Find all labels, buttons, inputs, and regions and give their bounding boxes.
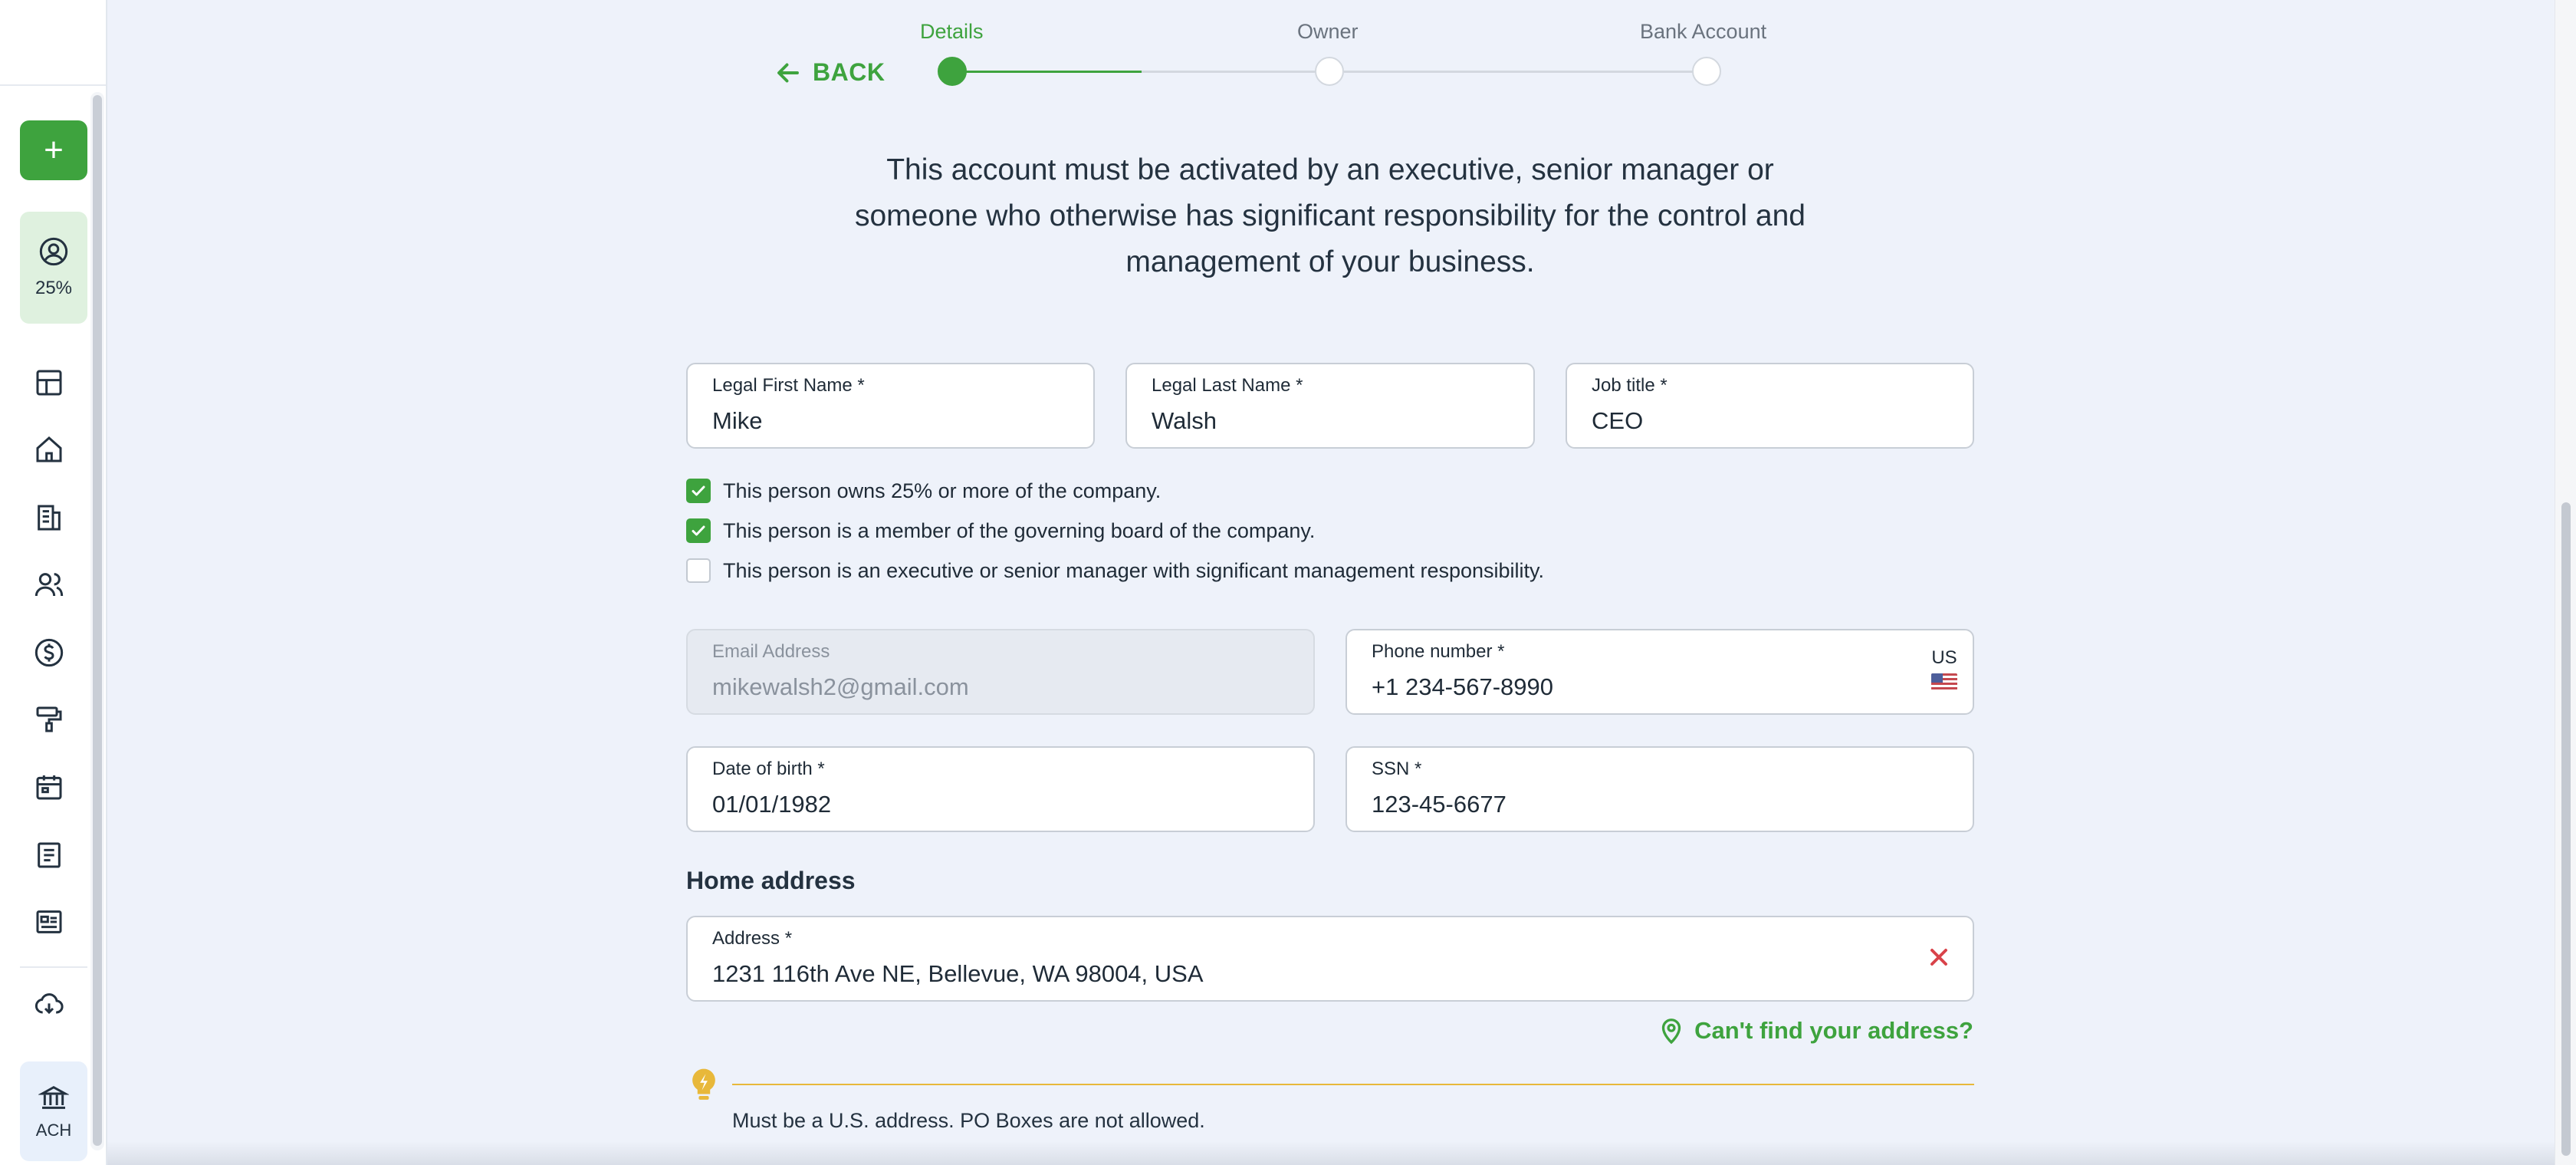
step-connector-1 — [1142, 71, 1329, 73]
progress-percent: 25% — [34, 278, 73, 298]
ssn-value[interactable]: 123-45-6677 — [1372, 791, 1506, 818]
owns-25-percent-label: This person owns 25% or more of the comp… — [723, 479, 1162, 502]
invoices-icon — [38, 505, 61, 531]
owns-25-percent-checkbox[interactable] — [686, 479, 711, 503]
ach-label: ACH — [35, 1121, 72, 1140]
dob-label: Date of birth * — [712, 759, 825, 779]
sidebar-item-estimates[interactable] — [34, 907, 64, 937]
owns-25-percent-checkbox-row[interactable]: This person owns 25% or more of the comp… — [686, 479, 1161, 503]
phone-field[interactable]: Phone number * +1 234-567-8990 US — [1346, 629, 1974, 715]
job-title-field[interactable]: Job title * CEO — [1566, 363, 1974, 449]
sidebar-scrollbar-thumb[interactable] — [93, 95, 102, 1146]
notes-icon — [38, 842, 61, 868]
page-scrollbar-thumb[interactable] — [2561, 502, 2571, 1156]
bottom-shadow — [107, 1141, 2555, 1165]
calendar-icon — [36, 775, 62, 800]
board-member-label: This person is a member of the governing… — [723, 518, 1316, 542]
map-pin-icon — [1661, 1019, 1681, 1045]
download-icon — [34, 993, 64, 1015]
step-details-dot — [938, 57, 967, 86]
step-progress-line — [952, 71, 1142, 73]
executive-checkbox-row[interactable]: This person is an executive or senior ma… — [686, 558, 1544, 583]
job-title-label: Job title * — [1592, 375, 1668, 396]
back-button[interactable]: BACK — [774, 58, 885, 87]
sidebar-scrollbar[interactable] — [90, 92, 104, 1150]
board-member-checkbox-row[interactable]: This person is a member of the governing… — [686, 518, 1315, 543]
sidebar-item-customers[interactable] — [34, 569, 64, 600]
sidebar-item-calendar[interactable] — [34, 772, 64, 802]
cant-find-address-label: Can't find your address? — [1694, 1017, 1973, 1044]
sidebar-item-notes[interactable] — [34, 840, 64, 870]
page-scrollbar[interactable] — [2555, 0, 2576, 1165]
sidebar-divider — [20, 966, 87, 968]
email-field: Email Address mikewalsh2@gmail.com — [686, 629, 1315, 715]
sidebar-item-home[interactable] — [34, 434, 64, 465]
sidebar-item-invoices[interactable] — [34, 502, 64, 533]
last-name-label: Legal Last Name * — [1152, 375, 1303, 396]
job-title-value[interactable]: CEO — [1592, 407, 1643, 435]
check-icon — [692, 525, 705, 536]
intro-text: This account must be activated by an exe… — [854, 153, 1806, 278]
email-label: Email Address — [712, 641, 830, 662]
payments-icon — [34, 638, 64, 667]
dob-value[interactable]: 01/01/1982 — [712, 791, 831, 818]
address-value[interactable]: 1231 116th Ave NE, Bellevue, WA 98004, U… — [712, 960, 1204, 988]
home-address-title: Home address — [686, 867, 856, 894]
check-icon — [692, 485, 705, 496]
step-connector-2 — [1344, 71, 1695, 73]
step-owner-label: Owner — [1297, 20, 1359, 43]
sidebar-item-dashboard[interactable] — [34, 367, 64, 398]
executive-label: This person is an executive or senior ma… — [723, 558, 1545, 582]
country-selector[interactable]: US — [1931, 647, 1957, 690]
last-name-value[interactable]: Walsh — [1152, 407, 1217, 435]
phone-value[interactable]: +1 234-567-8990 — [1372, 673, 1553, 701]
ssn-label: SSN * — [1372, 759, 1422, 779]
onboarding-progress[interactable]: 25% — [20, 212, 87, 324]
home-icon — [36, 436, 62, 462]
address-label: Address * — [712, 928, 793, 949]
customers-icon — [34, 573, 64, 597]
arrow-left-icon — [777, 63, 799, 82]
sidebar-header — [0, 0, 106, 86]
back-label: BACK — [813, 58, 886, 86]
us-flag-icon — [1931, 673, 1957, 690]
cant-find-address-link[interactable]: Can't find your address? — [1658, 1017, 1973, 1045]
clear-address-icon[interactable] — [1925, 943, 1953, 971]
board-member-checkbox[interactable] — [686, 518, 711, 543]
first-name-label: Legal First Name * — [712, 375, 865, 396]
sidebar-item-downloads[interactable] — [34, 989, 64, 1020]
step-owner-dot — [1315, 57, 1344, 86]
tip-divider — [732, 1084, 1974, 1085]
country-code: US — [1931, 647, 1957, 668]
sidebar-item-ach[interactable]: ACH — [20, 1061, 87, 1161]
user-circle-icon — [39, 237, 68, 266]
last-name-field[interactable]: Legal Last Name * Walsh — [1125, 363, 1535, 449]
phone-label: Phone number * — [1372, 641, 1505, 662]
first-name-field[interactable]: Legal First Name * Mike — [686, 363, 1095, 449]
sidebar-item-services[interactable] — [34, 704, 64, 735]
add-button[interactable]: + — [20, 120, 87, 180]
executive-checkbox[interactable] — [686, 558, 711, 583]
sidebar-item-payments[interactable] — [34, 637, 64, 668]
step-details-label: Details — [920, 20, 984, 43]
dob-field[interactable]: Date of birth * 01/01/1982 — [686, 746, 1315, 832]
bank-icon — [38, 1085, 69, 1109]
paint-roller-icon — [36, 706, 62, 732]
dashboard-icon — [36, 370, 62, 396]
step-bank-account-dot — [1692, 57, 1721, 86]
address-field[interactable]: Address * 1231 116th Ave NE, Bellevue, W… — [686, 916, 1974, 1002]
email-value: mikewalsh2@gmail.com — [712, 673, 969, 700]
step-bank-account-label: Bank Account — [1640, 20, 1767, 43]
lightbulb-icon — [692, 1068, 715, 1100]
ssn-field[interactable]: SSN * 123-45-6677 — [1346, 746, 1974, 832]
address-tip-text: Must be a U.S. address. PO Boxes are not… — [732, 1109, 1205, 1132]
card-icon — [36, 910, 62, 933]
first-name-value[interactable]: Mike — [712, 407, 762, 435]
sidebar: + 25% ACH — [0, 0, 107, 1165]
